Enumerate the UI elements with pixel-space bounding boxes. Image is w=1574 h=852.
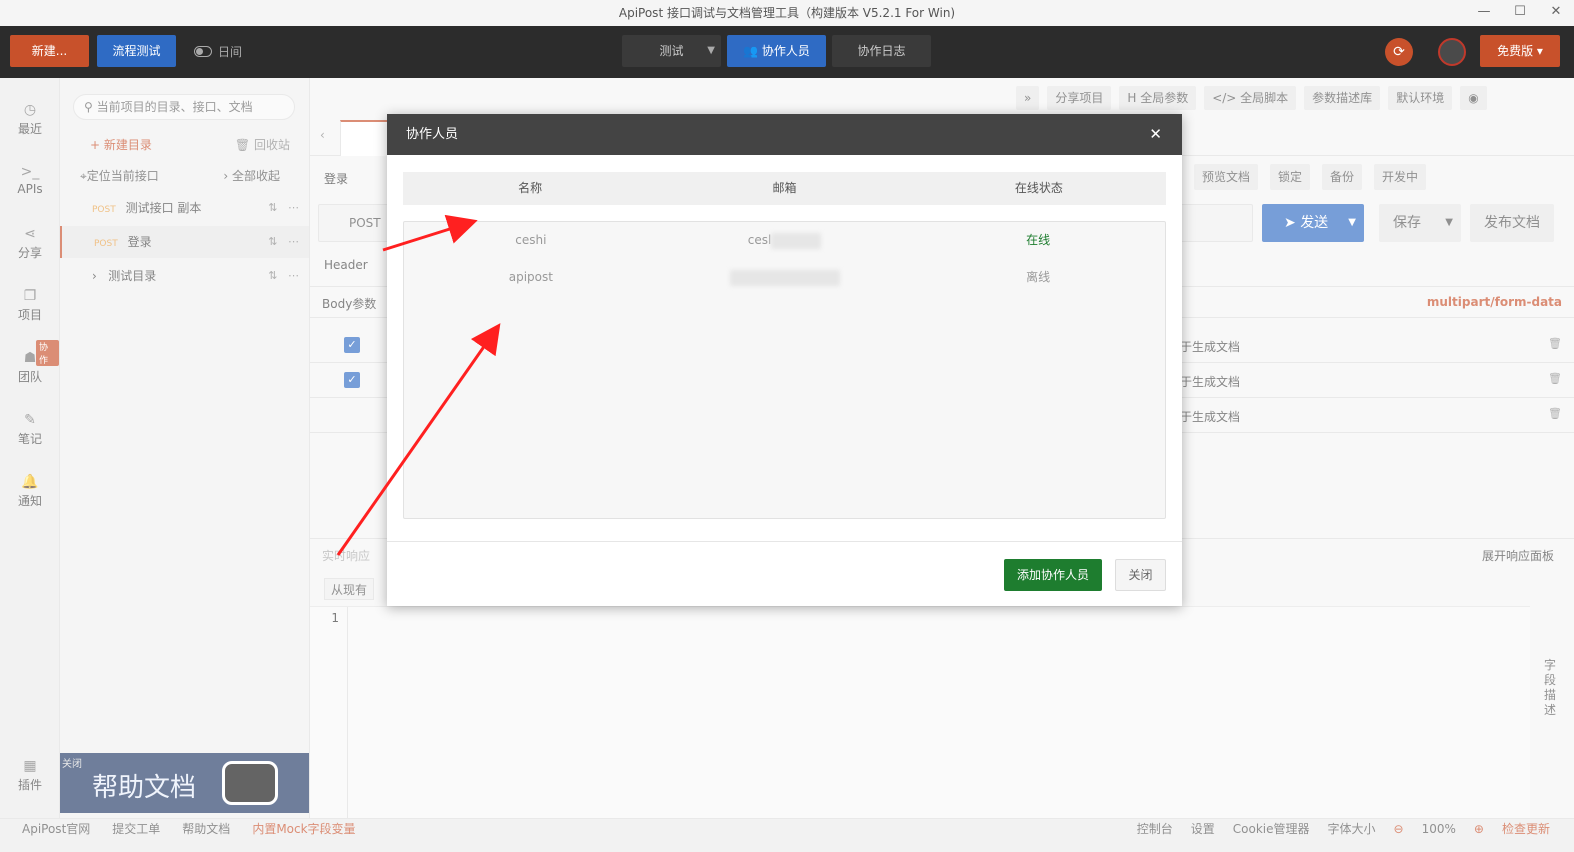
status-badge: 离线 bbox=[1026, 270, 1051, 284]
tab-test-label: 测试 bbox=[659, 44, 684, 58]
caret-down-icon: ▾ bbox=[1536, 44, 1543, 58]
column-email: 邮箱 bbox=[772, 181, 797, 195]
top-toolbar: 新建... 流程测试 日间 测试 ▼ 👥 协作人员 协作日志 ⟳ 免费版 ▾ bbox=[0, 26, 1574, 78]
column-status: 在线状态 bbox=[1014, 181, 1063, 195]
add-collaborator-button[interactable]: 添加协作人员 bbox=[1004, 559, 1102, 591]
window-title: ApiPost 接口调试与文档管理工具（构建版本 V5.2.1 For Win) bbox=[618, 6, 956, 20]
flow-test-button[interactable]: 流程测试 bbox=[97, 35, 176, 67]
redacted-block bbox=[771, 232, 822, 249]
redacted-block bbox=[729, 269, 840, 286]
team-icon: 👥 bbox=[743, 44, 759, 58]
column-name: 名称 bbox=[518, 181, 543, 195]
caret-down-icon[interactable]: ▼ bbox=[707, 35, 715, 67]
status-badge: 在线 bbox=[1026, 233, 1051, 247]
modal-title: 协作人员 bbox=[406, 127, 459, 142]
table-row[interactable]: ceshi cesl 在线 bbox=[404, 222, 1165, 259]
tab-test[interactable]: 测试 ▼ bbox=[622, 35, 721, 67]
sync-icon[interactable]: ⟳ bbox=[1385, 38, 1413, 66]
window-controls: — ☐ ✕ bbox=[1466, 0, 1574, 26]
close-window-button[interactable]: ✕ bbox=[1538, 0, 1574, 26]
toggle-switch-icon bbox=[194, 46, 212, 57]
modal-footer: 添加协作人员 关闭 bbox=[387, 541, 1182, 606]
tab-collab-log[interactable]: 协作日志 bbox=[832, 35, 931, 67]
plan-label: 免费版 bbox=[1497, 44, 1534, 58]
collaborator-name: apipost bbox=[508, 270, 553, 284]
table-header: 名称 邮箱 在线状态 bbox=[403, 172, 1166, 205]
collaborator-email: cesl bbox=[658, 222, 912, 259]
plan-button[interactable]: 免费版 ▾ bbox=[1480, 35, 1560, 67]
center-tabs: 测试 ▼ 👥 协作人员 协作日志 bbox=[622, 35, 931, 67]
modal-header: 协作人员 ✕ bbox=[387, 114, 1182, 155]
day-mode-toggle[interactable]: 日间 bbox=[194, 43, 242, 60]
minimize-button[interactable]: — bbox=[1466, 0, 1502, 26]
close-icon[interactable]: ✕ bbox=[1149, 114, 1162, 155]
window-titlebar: ApiPost 接口调试与文档管理工具（构建版本 V5.2.1 For Win)… bbox=[0, 0, 1574, 26]
avatar[interactable] bbox=[1438, 38, 1466, 66]
tab-collaborators-label: 协作人员 bbox=[761, 44, 810, 58]
tab-collaborators[interactable]: 👥 协作人员 bbox=[727, 35, 826, 67]
close-button[interactable]: 关闭 bbox=[1115, 559, 1166, 591]
collaborators-table: ceshi cesl 在线 apipost 离线 bbox=[403, 221, 1166, 519]
day-mode-label: 日间 bbox=[218, 45, 243, 59]
collaborator-name: ceshi bbox=[515, 233, 547, 247]
collaborators-modal: 协作人员 ✕ 名称 邮箱 在线状态 ceshi cesl 在线 apipost … bbox=[387, 114, 1182, 606]
table-row[interactable]: apipost 离线 bbox=[404, 259, 1165, 296]
email-text: cesl bbox=[747, 233, 772, 247]
maximize-button[interactable]: ☐ bbox=[1502, 0, 1538, 26]
new-button[interactable]: 新建... bbox=[10, 35, 89, 67]
collaborator-email bbox=[658, 259, 912, 296]
